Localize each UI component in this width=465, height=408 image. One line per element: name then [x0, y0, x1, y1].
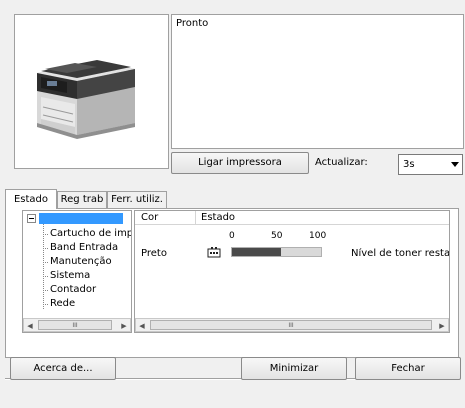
- scroll-right-icon[interactable]: ▶: [437, 321, 447, 330]
- tab-ferr-utiliz[interactable]: Ferr. utiliz.: [107, 191, 167, 208]
- printer-image-panel: [14, 14, 169, 169]
- close-button-label: Fechar: [391, 362, 425, 374]
- tab-ferr-utiliz-label: Ferr. utiliz.: [111, 194, 163, 205]
- tree-branch: [43, 248, 48, 249]
- tree-root-selected[interactable]: [39, 213, 123, 224]
- tree-item-sistema[interactable]: Sistema: [50, 270, 90, 282]
- status-panel: Pronto: [171, 14, 464, 149]
- tree-collapse-icon[interactable]: [27, 214, 36, 223]
- power-on-button-label: Ligar impressora: [198, 157, 282, 168]
- about-button[interactable]: Acerca de...: [10, 357, 116, 380]
- tree-branch: [43, 234, 48, 235]
- tree-item-cartucho[interactable]: Cartucho de imp: [50, 228, 131, 240]
- column-header-cor[interactable]: Cor: [141, 212, 158, 224]
- power-on-button[interactable]: Ligar impressora: [171, 152, 309, 174]
- column-divider[interactable]: [195, 211, 196, 225]
- table-horizontal-scrollbar[interactable]: ◀ III ▶: [135, 318, 449, 332]
- about-button-label: Acerca de...: [33, 362, 93, 374]
- printer-image: [37, 60, 135, 139]
- refresh-interval-select[interactable]: 3s: [398, 154, 463, 175]
- status-message: Pronto: [176, 18, 209, 29]
- tree-branch: [43, 304, 48, 305]
- refresh-interval-value: 3s: [403, 159, 415, 170]
- tab-reg-trab-label: Reg trab: [60, 194, 104, 205]
- tree-item-rede[interactable]: Rede: [50, 298, 75, 310]
- column-header-estado[interactable]: Estado: [201, 212, 235, 224]
- scroll-left-icon[interactable]: ◀: [137, 321, 147, 330]
- status-tree[interactable]: Cartucho de imp Band Entrada Manutenção …: [22, 210, 132, 333]
- toner-level-fill: [232, 248, 281, 256]
- tree-branch: [43, 290, 48, 291]
- consumables-table: Cor Estado 0 50 100 Preto Nível de toner…: [134, 210, 450, 333]
- table-scroll-thumb[interactable]: III: [150, 320, 432, 330]
- toner-cartridge-icon: [207, 247, 221, 258]
- row-color-name: Preto: [141, 248, 167, 259]
- scroll-left-icon[interactable]: ◀: [25, 321, 35, 330]
- toner-level-bar: [231, 247, 322, 257]
- table-header: Cor Estado: [135, 211, 449, 225]
- minimize-button-label: Minimizar: [269, 362, 319, 374]
- tree-item-contador[interactable]: Contador: [50, 284, 96, 296]
- scroll-right-icon[interactable]: ▶: [119, 321, 129, 330]
- tree-guide-line: [43, 224, 44, 309]
- tree-horizontal-scrollbar[interactable]: ◀ III ▶: [23, 318, 131, 332]
- tree-branch: [43, 276, 48, 277]
- minimize-button[interactable]: Minimizar: [241, 357, 347, 380]
- tab-estado[interactable]: Estado: [5, 189, 57, 209]
- tree-item-manutencao[interactable]: Manutenção: [50, 256, 112, 268]
- tree-scroll-thumb[interactable]: III: [38, 320, 112, 330]
- tree-item-band-entrada[interactable]: Band Entrada: [50, 242, 118, 254]
- close-button[interactable]: Fechar: [355, 357, 461, 380]
- tab-reg-trab[interactable]: Reg trab: [57, 191, 107, 208]
- tree-branch: [43, 262, 48, 263]
- table-row: Preto Nível de toner resta..: [135, 241, 450, 263]
- chevron-down-icon[interactable]: [451, 162, 459, 167]
- refresh-label: Actualizar:: [315, 157, 368, 168]
- row-status-text: Nível de toner resta..: [351, 248, 450, 259]
- tab-estado-label: Estado: [13, 193, 49, 205]
